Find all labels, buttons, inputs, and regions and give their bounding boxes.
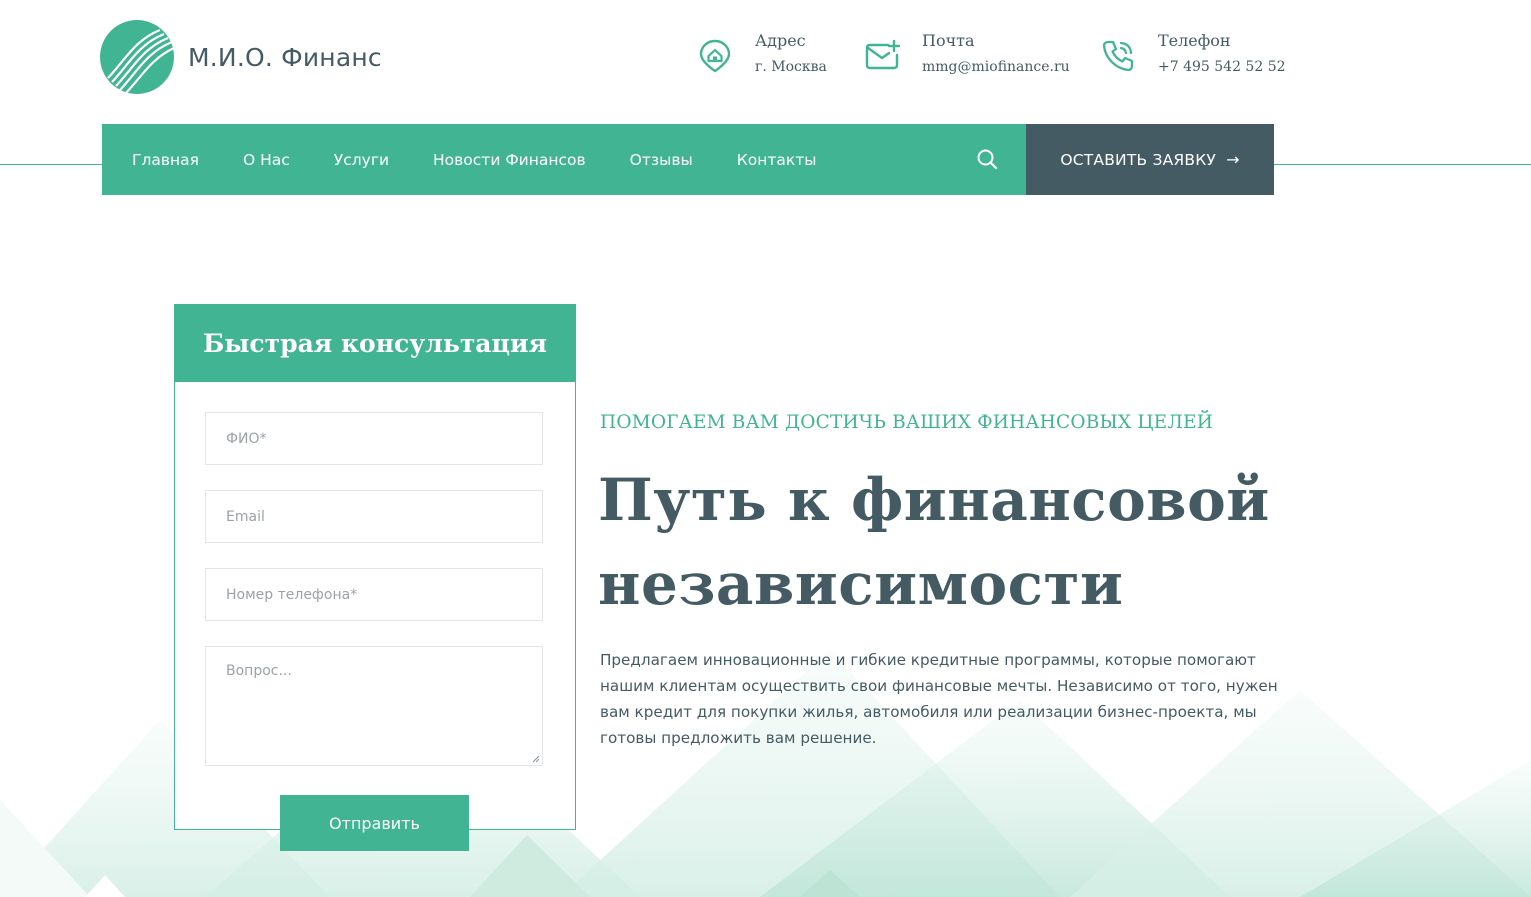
phone-call-icon bbox=[1102, 40, 1134, 72]
email-input[interactable] bbox=[206, 491, 542, 542]
name-input[interactable] bbox=[206, 413, 542, 464]
address-label: Адрес bbox=[755, 31, 806, 50]
email-value[interactable]: mmg@miofinance.ru bbox=[922, 52, 1070, 82]
email-label: Почта bbox=[922, 31, 975, 50]
nav-item-reviews[interactable]: Отзывы bbox=[630, 151, 693, 169]
contact-phone: Телефон +7 495 542 52 52 bbox=[1100, 30, 1286, 82]
question-textarea[interactable] bbox=[206, 647, 542, 765]
address-value: г. Москва bbox=[755, 59, 827, 75]
email-field-wrapper bbox=[205, 490, 543, 543]
phone-value[interactable]: +7 495 542 52 52 bbox=[1158, 52, 1286, 82]
leave-request-label: ОСТАВИТЬ ЗАЯВКУ bbox=[1060, 150, 1217, 169]
form-title: Быстрая консультация bbox=[175, 305, 575, 382]
logo-text: М.И.О. Финанс bbox=[188, 42, 382, 72]
hero-title-line-1: Путь к финансовой bbox=[598, 466, 1270, 534]
name-field-wrapper bbox=[205, 412, 543, 465]
phone-label: Телефон bbox=[1158, 31, 1231, 50]
mail-plus-icon bbox=[865, 39, 900, 70]
logo[interactable]: М.И.О. Финанс bbox=[100, 20, 382, 94]
phone-field-wrapper bbox=[205, 568, 543, 621]
nav-item-about[interactable]: О Нас bbox=[243, 151, 290, 169]
nav-item-services[interactable]: Услуги bbox=[334, 151, 389, 169]
logo-wave-icon bbox=[100, 20, 174, 94]
main-nav: Главная О Нас Услуги Новости Финансов От… bbox=[102, 124, 1026, 195]
consultation-form: Быстрая консультация bbox=[174, 304, 576, 830]
hero-tagline: ПОМОГАЕМ ВАМ ДОСТИЧЬ ВАШИХ ФИНАНСОВЫХ ЦЕ… bbox=[600, 412, 1214, 433]
contact-address: Адрес г. Москва bbox=[697, 30, 827, 82]
resize-grip-icon[interactable] bbox=[532, 755, 540, 763]
leave-request-button[interactable]: ОСТАВИТЬ ЗАЯВКУ → bbox=[1026, 124, 1274, 195]
location-home-pin-icon bbox=[699, 39, 731, 73]
hero-description: Предлагаем инновационные и гибкие кредит… bbox=[600, 651, 1278, 747]
nav-item-contacts[interactable]: Контакты bbox=[737, 151, 817, 169]
arrow-right-icon: → bbox=[1226, 150, 1240, 169]
nav-item-finance-news[interactable]: Новости Финансов bbox=[433, 151, 586, 169]
contact-email: Почта mmg@miofinance.ru bbox=[864, 30, 1070, 82]
hero-title: Путь к финансовой независимости bbox=[598, 458, 1278, 626]
submit-button[interactable]: Отправить bbox=[280, 795, 469, 851]
question-field-wrapper bbox=[205, 646, 543, 766]
search-icon[interactable] bbox=[976, 148, 998, 170]
nav-item-home[interactable]: Главная bbox=[132, 151, 199, 169]
hero-title-line-2: независимости bbox=[598, 550, 1124, 618]
phone-input[interactable] bbox=[206, 569, 542, 620]
